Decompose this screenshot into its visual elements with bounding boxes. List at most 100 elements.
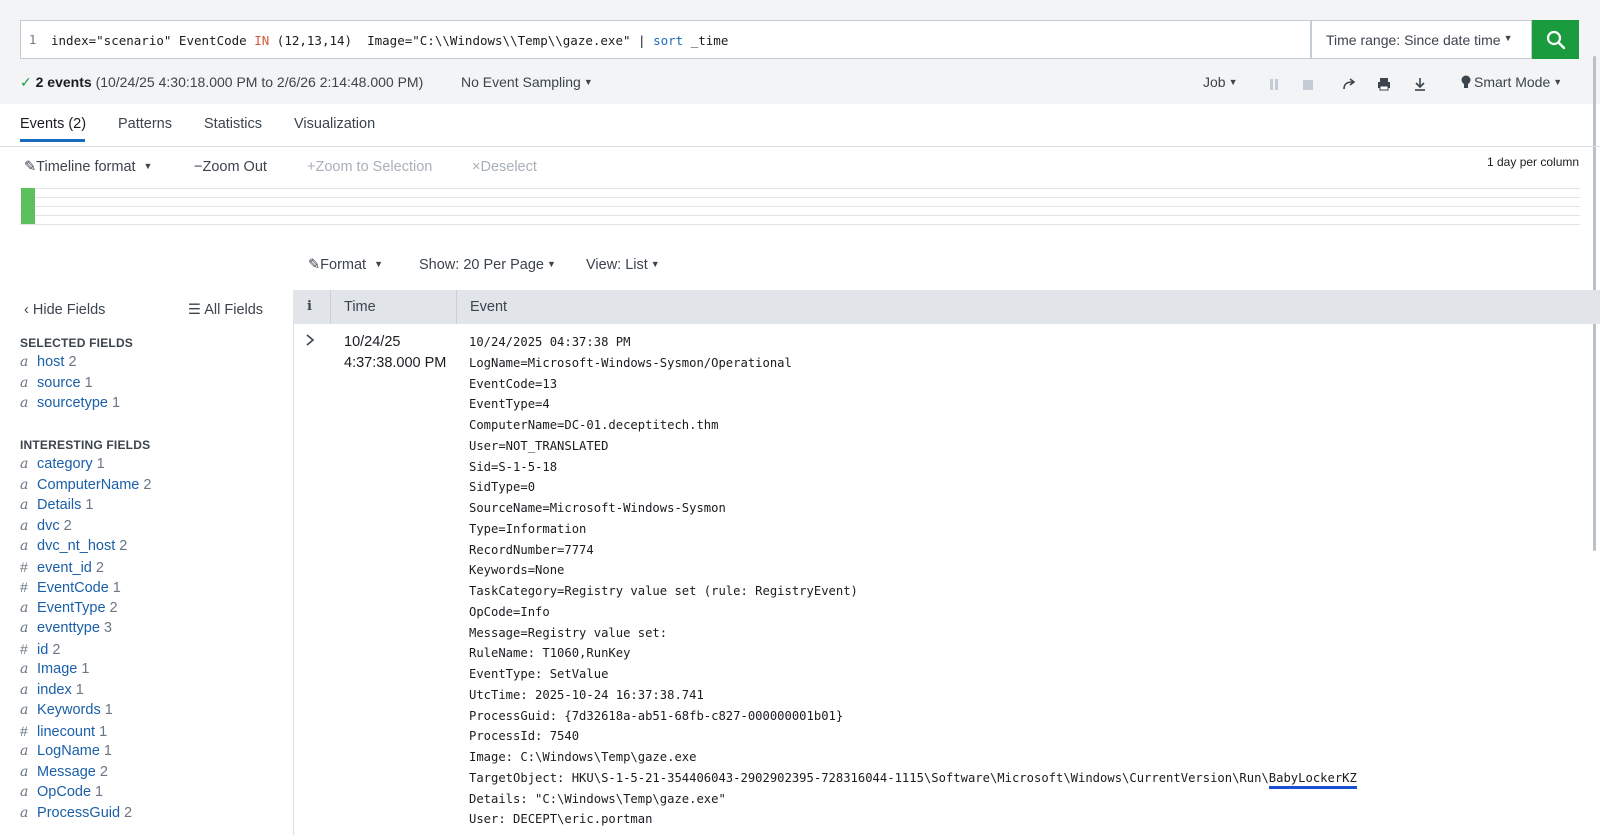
field-name: index [37,681,72,698]
field-count: 2 [52,641,61,658]
field-name: EventType [37,599,106,616]
field-logname[interactable]: a LogName 1 [20,743,112,759]
pause-icon[interactable] [1268,78,1280,92]
list-icon: ☰ [188,302,201,318]
highlighted-value: BabyLockerKZ [1268,770,1357,789]
deselect-button[interactable]: ×Deselect [472,159,537,175]
event-line: Details: "C:\Windows\Temp\gaze.exe" [469,791,726,806]
format-label: Format [320,257,367,273]
string-type-icon: a [20,354,29,370]
hide-fields-button[interactable]: ‹ Hide Fields [24,302,105,318]
event-time: 10/24/25 4:37:38.000 PM [344,332,446,374]
job-label: Job [1203,74,1226,90]
format-dropdown[interactable]: ✎Format ▼ [308,257,383,273]
event-line: User: DECEPT\eric.portman [469,812,653,827]
tab-patterns[interactable]: Patterns [118,116,172,132]
field-name: LogName [37,743,100,759]
field-opcode[interactable]: a OpCode 1 [20,784,103,800]
job-dropdown[interactable]: Job ▼ [1203,74,1238,90]
timeline-bar[interactable] [21,188,35,224]
stop-icon[interactable] [1302,78,1314,92]
zoom-out-button[interactable]: −Zoom Out [194,159,267,175]
search-query[interactable]: index="scenario" EventCode IN (12,13,14)… [51,33,728,48]
field-name: Message [37,763,96,780]
timeline-format-dropdown[interactable]: ✎Timeline format ▼ [24,159,152,175]
field-dvc-nt-host[interactable]: a dvc_nt_host 2 [20,538,127,554]
field-eventcode[interactable]: # EventCode 1 [20,579,121,596]
event-line: EventCode=13 [469,376,558,391]
search-button[interactable] [1532,20,1579,59]
download-icon[interactable] [1413,77,1427,91]
field-image[interactable]: a Image 1 [20,661,89,677]
view-dropdown[interactable]: View: List ▼ [586,257,660,273]
chevron-down-icon: ▼ [1503,32,1513,43]
view-label: View: List [586,257,648,273]
all-fields-button[interactable]: ☰ All Fields [188,302,263,318]
chevron-down-icon: ▼ [143,161,153,171]
field-count: 2 [119,538,128,554]
field-name: id [37,641,49,658]
timeline-format-label: Timeline format [36,159,136,175]
field-category[interactable]: a category 1 [20,456,105,472]
field-eventtype[interactable]: a EventType 2 [20,600,118,616]
per-page-dropdown[interactable]: Show: 20 Per Page ▼ [419,257,556,273]
string-type-icon: a [20,395,29,411]
field-event-id[interactable]: # event_id 2 [20,559,104,576]
numeric-type-icon: # [20,640,28,657]
string-type-icon: a [20,538,29,554]
field-id[interactable]: # id 2 [20,641,60,658]
hide-fields-label: Hide Fields [32,302,106,318]
field-eventtype[interactable]: a eventtype 3 [20,620,112,636]
field-name: category [37,456,93,472]
field-sourcetype[interactable]: a sourcetype 1 [20,395,120,411]
event-clock: 4:37:38.000 PM [344,355,447,371]
string-type-icon: a [20,476,29,493]
tab-statistics[interactable]: Statistics [204,116,262,132]
field-linecount[interactable]: # linecount 1 [20,723,107,740]
field-processguid[interactable]: a ProcessGuid 2 [20,805,132,821]
timeline-chart[interactable] [20,188,1580,226]
selected-fields-heading: SELECTED FIELDS [20,336,134,350]
tab-events[interactable]: Events (2) [20,116,86,132]
field-host[interactable]: a host 2 [20,354,77,370]
event-line: ProcessGuid: {7d32618a-ab51-68fb-c827-00… [469,708,844,723]
event-line: Sid=S-1-5-18 [469,459,558,474]
field-count: 2 [63,517,72,534]
check-icon: ✓ [20,74,32,90]
string-type-icon: a [20,681,29,698]
expand-row-button[interactable] [305,333,315,349]
search-input[interactable]: 1 index="scenario" EventCode IN (12,13,1… [20,20,1311,59]
string-type-icon: a [20,374,29,391]
numeric-type-icon: # [20,558,28,575]
field-details[interactable]: a Details 1 [20,497,93,513]
per-page-label: Show: 20 Per Page [419,257,544,273]
time-range-label: Time range: Since date time [1326,31,1501,48]
field-name: host [37,354,65,370]
event-column-header[interactable]: Event [470,299,507,315]
field-count: 1 [85,497,94,513]
string-type-icon: a [20,620,29,636]
field-message[interactable]: a Message 2 [20,764,108,780]
time-range-picker[interactable]: Time range: Since date time ▼ [1311,20,1532,59]
zoom-to-selection-button[interactable]: +Zoom to Selection [307,159,432,175]
share-icon[interactable] [1342,77,1356,91]
field-computername[interactable]: a ComputerName 2 [20,477,151,493]
field-index[interactable]: a index 1 [20,682,84,698]
field-count: 1 [104,702,113,718]
print-icon[interactable] [1377,77,1391,91]
event-line: 10/24/2025 04:37:38 PM [469,335,631,349]
time-column-header[interactable]: Time [344,299,376,315]
string-type-icon: a [20,661,29,677]
event-sampling-dropdown[interactable]: No Event Sampling ▼ [461,74,593,90]
string-type-icon: a [20,456,29,472]
chevron-down-icon: ▼ [1228,77,1238,87]
string-type-icon: a [20,702,29,718]
field-count: 1 [81,661,90,677]
field-source[interactable]: a source 1 [20,375,93,391]
tab-visualization[interactable]: Visualization [294,116,375,132]
event-raw-text[interactable]: 10/24/2025 04:37:38 PM LogName=Microsoft-… [469,332,1357,830]
field-keywords[interactable]: a Keywords 1 [20,702,113,718]
smart-mode-dropdown[interactable]: Smart Mode ▼ [1461,74,1562,90]
chevron-down-icon: ▼ [1553,77,1563,87]
field-dvc[interactable]: a dvc 2 [20,518,72,534]
